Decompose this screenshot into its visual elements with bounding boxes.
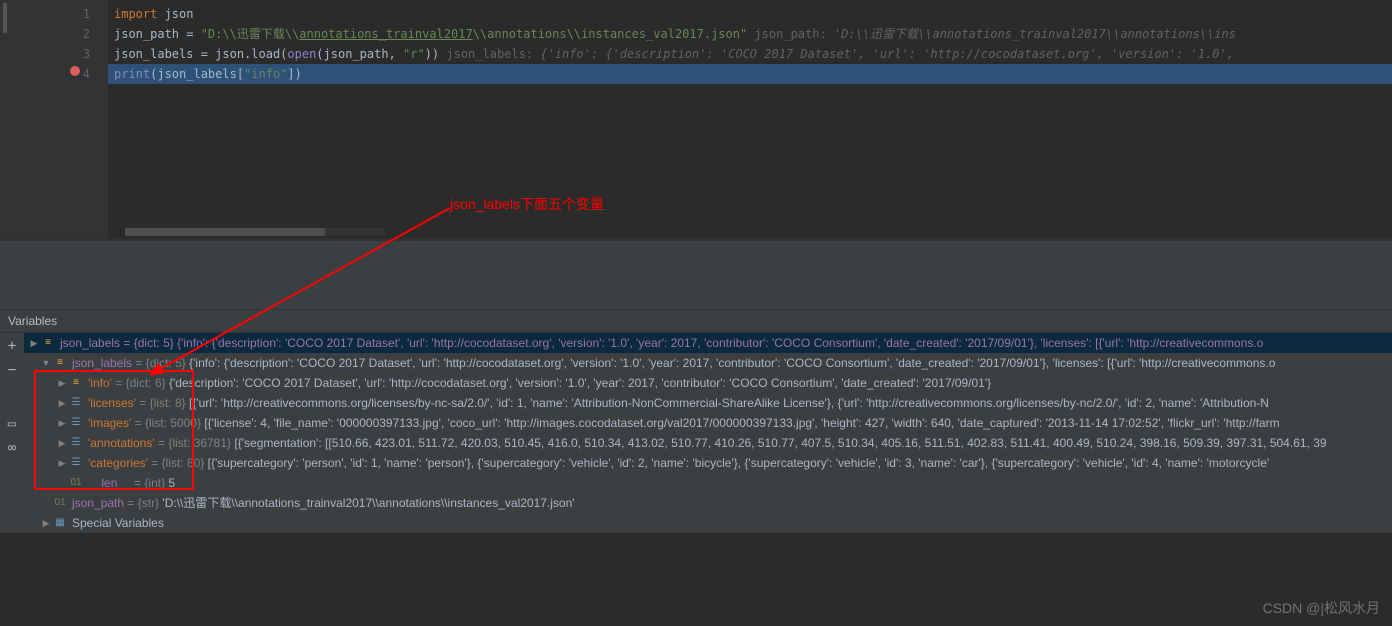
caret-right-icon[interactable]: ▶ bbox=[40, 513, 52, 533]
caret-right-icon[interactable]: ▶ bbox=[28, 333, 40, 353]
caret-down-icon[interactable]: ▼ bbox=[40, 353, 52, 373]
horizontal-scrollbar[interactable] bbox=[125, 228, 385, 236]
dict-icon: ≡ bbox=[68, 376, 84, 390]
line-number: 3 bbox=[50, 44, 90, 64]
special-icon: ▦ bbox=[52, 516, 68, 530]
debug-variables-panel: Variables + − ▭ ∞ ▶ ≡ json_labels = {dic… bbox=[0, 310, 1392, 533]
remove-watch-icon[interactable]: − bbox=[3, 361, 21, 379]
minimap-gutter bbox=[0, 0, 50, 239]
tree-row-info[interactable]: ▶ ≡ 'info' = {dict: 6} {'description': '… bbox=[24, 373, 1392, 393]
caret-right-icon[interactable]: ▶ bbox=[56, 433, 68, 453]
tree-row-licenses[interactable]: ▶ ☰ 'licenses' = {list: 8} [{'url': 'htt… bbox=[24, 393, 1392, 413]
caret-right-icon[interactable]: ▶ bbox=[56, 393, 68, 413]
tree-row-special-variables[interactable]: ▶ ▦ Special Variables bbox=[24, 513, 1392, 533]
tree-row-json-labels-collapsed[interactable]: ▶ ≡ json_labels = {dict: 5} {'info': {'d… bbox=[24, 333, 1392, 353]
tool-icon[interactable]: ▭ bbox=[3, 415, 21, 433]
variables-tree[interactable]: ▶ ≡ json_labels = {dict: 5} {'info': {'d… bbox=[24, 333, 1392, 533]
line-number-gutter: 1 2 3 4 bbox=[50, 0, 100, 239]
list-icon: ☰ bbox=[68, 456, 84, 470]
breakpoint-icon[interactable] bbox=[70, 66, 80, 76]
tree-row-len[interactable]: 01 __len__ = {int} 5 bbox=[24, 473, 1392, 493]
dict-icon: ≡ bbox=[40, 336, 56, 350]
list-icon: ☰ bbox=[68, 396, 84, 410]
caret-right-icon[interactable]: ▶ bbox=[56, 373, 68, 393]
list-icon: ☰ bbox=[68, 436, 84, 450]
add-watch-icon[interactable]: + bbox=[3, 337, 21, 355]
tree-row-json-labels-open[interactable]: ▼ ≡ json_labels = {dict: 5} {'info': {'d… bbox=[24, 353, 1392, 373]
line-number: 2 bbox=[50, 24, 90, 44]
panel-separator bbox=[0, 240, 1392, 310]
list-icon: ☰ bbox=[68, 416, 84, 430]
variables-title: Variables bbox=[0, 310, 1392, 333]
dict-icon: ≡ bbox=[52, 356, 68, 370]
line-number: 1 bbox=[50, 4, 90, 24]
watermark: CSDN @|松风水月 bbox=[1263, 598, 1380, 618]
caret-right-icon[interactable]: ▶ bbox=[56, 413, 68, 433]
glasses-icon[interactable]: ∞ bbox=[3, 439, 21, 457]
tree-row-json-path[interactable]: 01 json_path = {str} 'D:\\迅雷下载\\annotati… bbox=[24, 493, 1392, 513]
caret-right-icon[interactable]: ▶ bbox=[56, 453, 68, 473]
variables-toolbar: + − ▭ ∞ bbox=[0, 333, 24, 533]
str-icon: 01 bbox=[52, 496, 68, 510]
annotation-text: json_labels下面五个变量 bbox=[450, 194, 604, 214]
tree-row-categories[interactable]: ▶ ☰ 'categories' = {list: 80} [{'superca… bbox=[24, 453, 1392, 473]
int-icon: 01 bbox=[68, 476, 84, 490]
code-editor[interactable]: 1 2 3 4 import json json_path = "D:\\迅雷下… bbox=[0, 0, 1392, 240]
tree-row-annotations[interactable]: ▶ ☰ 'annotations' = {list: 36781} [{'seg… bbox=[24, 433, 1392, 453]
tree-row-images[interactable]: ▶ ☰ 'images' = {list: 5000} [{'license':… bbox=[24, 413, 1392, 433]
code-body[interactable]: import json json_path = "D:\\迅雷下载\\annot… bbox=[108, 0, 1392, 239]
